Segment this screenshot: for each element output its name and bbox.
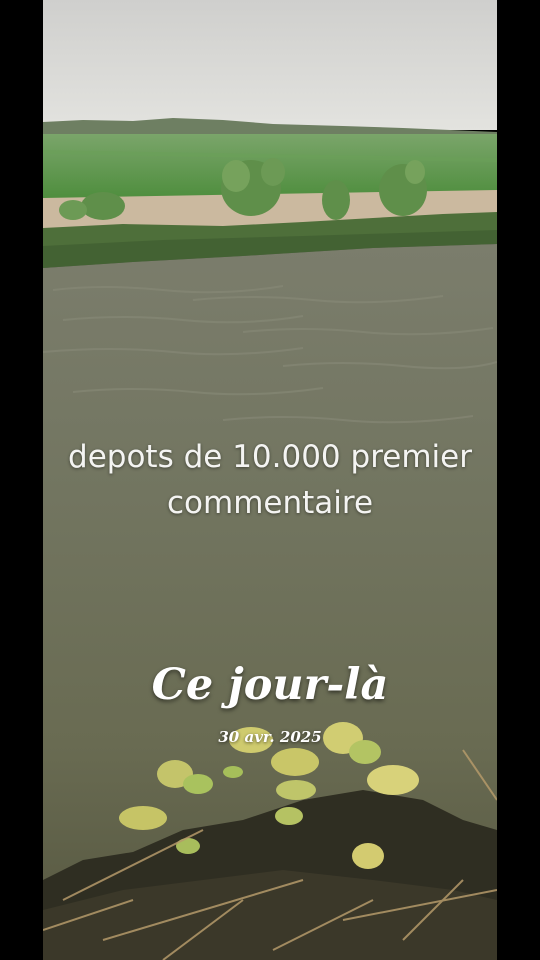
video-frame: depots de 10.000 premier commentaire Ce … [0, 0, 540, 960]
memory-date: 30 avr. 2025 [218, 728, 322, 746]
memory-title: Ce jour-là [151, 660, 389, 710]
caption-line-2: commentaire [166, 485, 374, 521]
overlay-caption: depots de 10.000 premier commentaire [0, 434, 540, 526]
caption-line-1: depots de 10.000 premier [68, 439, 472, 475]
sky [43, 0, 497, 130]
